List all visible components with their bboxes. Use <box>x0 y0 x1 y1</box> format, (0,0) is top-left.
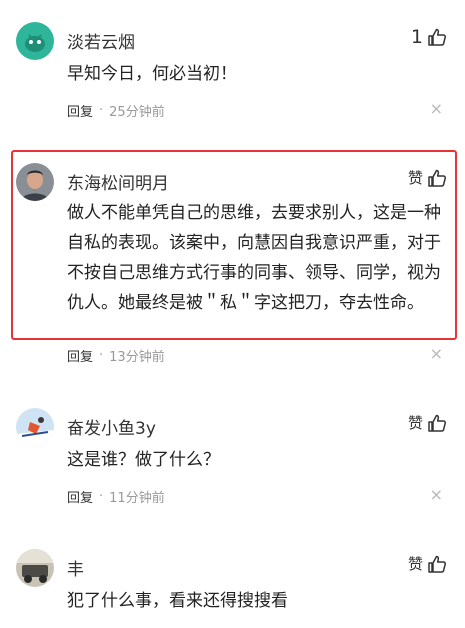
timestamp: 13分钟前 <box>109 350 165 365</box>
avatar-image <box>16 163 54 201</box>
like-label: 赞 <box>407 555 423 573</box>
avatar[interactable] <box>16 408 54 446</box>
username[interactable]: 淡若云烟 <box>67 28 135 53</box>
like-count: 1 <box>410 26 423 48</box>
avatar[interactable] <box>16 22 54 60</box>
timestamp: 25分钟前 <box>109 105 165 120</box>
username[interactable]: 奋发小鱼3y <box>67 414 156 439</box>
thumbs-up-icon <box>428 555 447 573</box>
comment-meta: 回复 · 13分钟前 <box>67 346 165 365</box>
avatar[interactable] <box>16 163 54 201</box>
reply-button[interactable]: 回复 <box>67 487 93 506</box>
comment-text: 早知今日，何必当初！ <box>67 64 237 84</box>
reply-button[interactable]: 回复 <box>67 346 93 365</box>
like-label: 赞 <box>407 169 423 187</box>
comment-text: 犯了什么事，看来还得搜搜看 <box>67 591 288 611</box>
thumbs-up-icon <box>428 414 447 432</box>
like-button[interactable]: 赞 <box>408 412 447 433</box>
avatar-image <box>16 22 54 60</box>
comment-meta: 回复 · 25分钟前 <box>67 101 165 120</box>
avatar-image <box>16 549 54 587</box>
comment-text: 做人不能单凭自己的思维，去要求别人，这是一种自私的表现。该案中，向慧因自我意识严… <box>67 203 441 313</box>
close-icon[interactable]: × <box>430 487 443 503</box>
reply-button[interactable]: 回复 <box>67 101 93 120</box>
thumbs-up-icon <box>428 28 447 46</box>
like-label: 赞 <box>407 414 423 432</box>
close-icon[interactable]: × <box>430 101 443 117</box>
separator-dot: · <box>99 103 104 118</box>
like-button[interactable]: 赞 <box>408 553 447 574</box>
comment-text: 这是谁？做了什么？ <box>67 450 220 470</box>
username[interactable]: 东海松间明月 <box>67 169 169 194</box>
username[interactable]: 丰 <box>67 555 84 580</box>
separator-dot: · <box>99 348 104 363</box>
avatar-image <box>16 408 54 446</box>
comment-meta: 回复 · 11分钟前 <box>67 487 165 506</box>
separator-dot: · <box>99 489 104 504</box>
avatar[interactable] <box>16 549 54 587</box>
thumbs-up-icon <box>428 169 447 187</box>
timestamp: 11分钟前 <box>109 491 165 506</box>
like-button[interactable]: 1 <box>411 26 447 48</box>
close-icon[interactable]: × <box>430 346 443 362</box>
like-button[interactable]: 赞 <box>408 167 447 188</box>
